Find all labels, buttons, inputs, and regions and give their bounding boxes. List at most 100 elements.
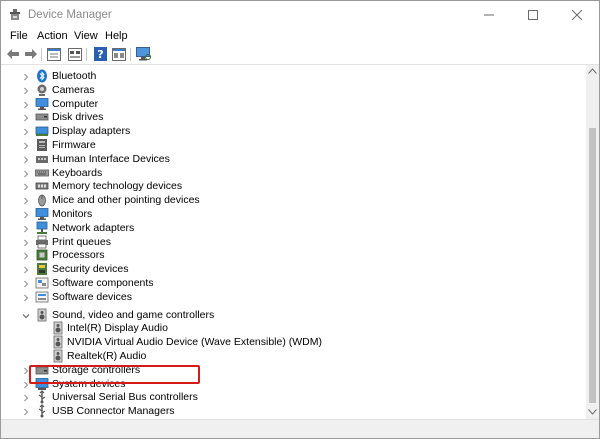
speaker-icon <box>51 349 65 363</box>
tree-category-network-adapters[interactable]: Network adapters <box>4 221 584 235</box>
expand-chevron-icon[interactable] <box>22 393 30 402</box>
minimize-button[interactable] <box>467 1 511 29</box>
disk-drive-icon <box>35 110 49 124</box>
mouse-icon <box>35 193 49 207</box>
expand-chevron-icon[interactable] <box>22 86 30 95</box>
bluetooth-icon <box>35 69 49 83</box>
tree-category-human-interface-devices[interactable]: Human Interface Devices <box>4 152 584 166</box>
expand-chevron-icon[interactable] <box>22 279 30 288</box>
tree-category-keyboards[interactable]: Keyboards <box>4 166 584 180</box>
tree-category-mice-and-other-pointing-devices[interactable]: Mice and other pointing devices <box>4 193 584 207</box>
tree-category-label: Monitors <box>52 208 93 220</box>
menu-action[interactable]: Action <box>36 30 69 42</box>
maximize-button[interactable] <box>511 1 555 29</box>
tree-category-cameras[interactable]: Cameras <box>4 83 584 97</box>
camera-icon <box>35 83 49 97</box>
expand-chevron-icon[interactable] <box>22 155 30 164</box>
speaker-icon <box>35 308 49 322</box>
minimize-icon <box>484 14 494 16</box>
hid-icon <box>35 152 49 166</box>
collapse-chevron-icon[interactable] <box>22 311 30 319</box>
window-title: Device Manager <box>28 9 112 21</box>
device-list-icon <box>68 47 82 61</box>
expand-chevron-icon[interactable] <box>22 182 30 191</box>
tree-category-label: USB Connector Managers <box>52 405 175 418</box>
scrollbar-thumb[interactable] <box>589 128 596 403</box>
tree-category-memory-technology-devices[interactable]: Memory technology devices <box>4 179 584 193</box>
menu-view[interactable]: View <box>73 30 99 42</box>
device-tree[interactable]: Bluetooth Cameras Computer Disk drives Displ… <box>4 65 586 419</box>
tree-category-software-components[interactable]: Software components <box>4 276 584 290</box>
printer-icon <box>35 235 49 249</box>
tree-category-label: Firmware <box>52 139 96 151</box>
expand-chevron-icon[interactable] <box>22 113 30 122</box>
tree-category-universal-serial-bus-controllers[interactable]: Universal Serial Bus controllers <box>4 390 584 404</box>
security-icon <box>35 262 49 276</box>
scan-hardware-button[interactable] <box>135 46 151 62</box>
title-bar[interactable]: Device Manager <box>1 1 599 29</box>
tree-device-label: Intel(R) Display Audio <box>67 322 168 335</box>
expand-chevron-icon[interactable] <box>22 238 30 246</box>
tree-category-security-devices[interactable]: Security devices <box>4 262 584 276</box>
tree-category-firmware[interactable]: Firmware <box>4 138 584 152</box>
expand-chevron-icon[interactable] <box>22 72 30 81</box>
tree-category-label: Universal Serial Bus controllers <box>52 391 198 404</box>
tree-category-display-adapters[interactable]: Display adapters <box>4 124 584 138</box>
tree-category-print-queues[interactable]: Print queues <box>4 235 584 249</box>
tree-category-processors[interactable]: Processors <box>4 248 584 262</box>
expand-chevron-icon[interactable] <box>22 196 30 205</box>
tree-category-label: Computer <box>52 97 99 110</box>
tree-category-label: Keyboards <box>52 166 103 179</box>
close-button[interactable] <box>555 1 599 29</box>
tree-device-label: NVIDIA Virtual Audio Device (Wave Extens… <box>67 336 322 349</box>
properties-button[interactable] <box>46 46 62 62</box>
tree-category-software-devices[interactable]: Software devices <box>4 290 584 304</box>
processor-icon <box>35 248 49 262</box>
menu-help[interactable]: Help <box>104 30 129 42</box>
expand-chevron-icon[interactable] <box>22 169 30 177</box>
speaker-icon <box>51 335 65 349</box>
software-device-icon <box>35 290 49 304</box>
scroll-down-icon[interactable] <box>588 409 597 415</box>
expand-chevron-icon[interactable] <box>22 224 30 233</box>
tree-category-disk-drives[interactable]: Disk drives <box>4 110 584 124</box>
expand-chevron-icon[interactable] <box>22 141 30 150</box>
tree-category-label: Network adapters <box>52 221 135 234</box>
device-manager-app-icon <box>8 8 22 22</box>
forward-button[interactable] <box>23 46 39 62</box>
tree-device-nvidia-virtual-audio-device-wave-extensible-wdm[interactable]: NVIDIA Virtual Audio Device (Wave Extens… <box>4 335 584 349</box>
toolbar-separator <box>86 48 87 61</box>
tree-device-intel-r-display-audio[interactable]: Intel(R) Display Audio <box>4 321 584 335</box>
device-manager-window: Device Manager File Action View Help ? B… <box>0 0 600 439</box>
expand-chevron-icon[interactable] <box>22 265 30 274</box>
device-list-button[interactable] <box>67 46 83 62</box>
back-button[interactable] <box>5 46 21 62</box>
tree-category-label: Bluetooth <box>52 70 97 82</box>
tree-category-monitors[interactable]: Monitors <box>4 207 584 221</box>
expand-chevron-icon[interactable] <box>22 293 30 302</box>
vertical-scrollbar[interactable] <box>586 65 599 419</box>
tree-category-label: Print queues <box>52 235 111 248</box>
computer-icon <box>35 97 49 111</box>
menu-file[interactable]: File <box>9 30 29 42</box>
tree-device-realtek-r-audio[interactable]: Realtek(R) Audio <box>4 349 584 363</box>
expand-chevron-icon[interactable] <box>22 100 30 108</box>
expand-chevron-icon[interactable] <box>22 127 30 136</box>
tree-category-label: Display adapters <box>52 125 131 138</box>
expand-chevron-icon[interactable] <box>22 407 30 416</box>
tree-category-sound-video-and-game-controllers[interactable]: Sound, video and game controllers <box>4 308 584 322</box>
help-button[interactable]: ? <box>92 46 108 62</box>
keyboard-icon <box>35 166 49 180</box>
expand-chevron-icon[interactable] <box>22 210 30 219</box>
scroll-up-icon[interactable] <box>588 68 597 74</box>
properties-icon <box>47 47 61 61</box>
tree-category-usb-connector-managers[interactable]: USB Connector Managers <box>4 404 584 418</box>
status-bar <box>1 419 599 438</box>
close-icon <box>572 10 582 20</box>
expand-chevron-icon[interactable] <box>22 251 30 260</box>
tree-category-computer[interactable]: Computer <box>4 97 584 111</box>
view-grid-button[interactable] <box>111 46 127 62</box>
tree-category-label: Processors <box>52 249 105 262</box>
tree-category-label: Memory technology devices <box>52 180 183 193</box>
tree-category-bluetooth[interactable]: Bluetooth <box>4 69 584 83</box>
